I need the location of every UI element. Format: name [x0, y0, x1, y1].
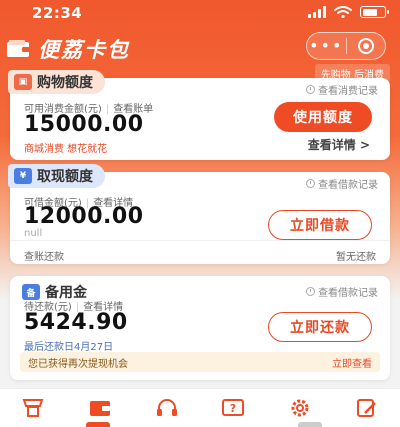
bottom-tab-bar: ?	[0, 388, 400, 427]
svg-text:?: ?	[230, 402, 236, 415]
clock-icon	[306, 287, 315, 296]
shop-icon[interactable]	[19, 397, 47, 421]
no-repayment-text: 暂无还款	[336, 252, 376, 263]
bag-icon: ▣	[14, 74, 32, 90]
repay-now-button[interactable]: 立即还款	[268, 312, 372, 342]
edit-icon[interactable]	[353, 397, 381, 421]
mini-program-capsule: •••	[306, 32, 386, 60]
notice-text: 您已获得再次提现机会	[28, 358, 128, 370]
use-quota-button[interactable]: 使用额度	[274, 102, 372, 132]
signal-icon	[308, 6, 326, 18]
shopping-title: 购物额度	[37, 75, 93, 91]
reserve-card: 备 备用金 查看借款记录 待还款(元) | 查看详情 5424.90 立即还款 最后…	[10, 276, 390, 380]
last-repay-date: 最后还款日4月27日	[24, 342, 114, 353]
wallet-icon[interactable]	[86, 397, 114, 421]
loan-record-link[interactable]: 查看借款记录	[306, 176, 378, 191]
wallet-logo-icon	[7, 40, 30, 57]
status-bar: 22:34	[0, 0, 400, 28]
borrow-now-button[interactable]: 立即借款	[268, 210, 372, 240]
status-time: 22:34	[32, 4, 83, 22]
cash-amount: 12000.00	[24, 204, 144, 229]
notice-action-link[interactable]: 立即查看	[332, 355, 372, 370]
shopping-amount: 15000.00	[24, 112, 144, 137]
cash-repay-row: 查账还款 暂无还款	[10, 240, 390, 266]
reserve-record-link[interactable]: 查看借款记录	[306, 284, 378, 299]
active-tab-indicator	[86, 422, 110, 427]
app-title: 便荔卡包	[38, 38, 130, 62]
wifi-icon	[334, 6, 352, 18]
headset-icon[interactable]	[153, 397, 181, 421]
check-repay-link[interactable]: 查账还款	[24, 248, 64, 263]
battery-icon	[360, 6, 389, 18]
shopping-hint: 商城消费 想花就花	[24, 144, 108, 155]
cash-card: ¥ 取现额度 查看借款记录 可借金额(元) | 查看详情 12000.00 null…	[8, 164, 390, 266]
consumption-record-link[interactable]: 查看消费记录	[306, 82, 378, 97]
clock-icon	[306, 85, 315, 94]
help-icon[interactable]: ?	[219, 397, 247, 421]
settings-icon[interactable]	[286, 397, 314, 421]
app-header: 便荔卡包	[6, 34, 130, 64]
notice-bar[interactable]: 您已获得再次提现机会 立即查看	[20, 352, 380, 372]
profile-tab-stub	[298, 422, 322, 427]
cash-icon: ¥	[14, 168, 32, 184]
cash-title: 取现额度	[37, 169, 93, 185]
cash-sub-value: null	[24, 228, 43, 239]
cash-card-tag: ¥ 取现额度	[8, 164, 105, 188]
shopping-card: ▣ 购物额度 查看消费记录 可用消费金额(元) | 查看账单 15000.00 商城…	[8, 70, 390, 160]
more-icon[interactable]: •••	[307, 33, 346, 59]
shopping-detail-link[interactable]: 查看详情 >	[308, 136, 370, 153]
shopping-card-tag: ▣ 购物额度	[8, 70, 105, 94]
status-icons	[308, 6, 389, 18]
reserve-amount: 5424.90	[24, 310, 128, 335]
clock-icon	[306, 179, 315, 188]
close-icon[interactable]	[347, 38, 386, 54]
